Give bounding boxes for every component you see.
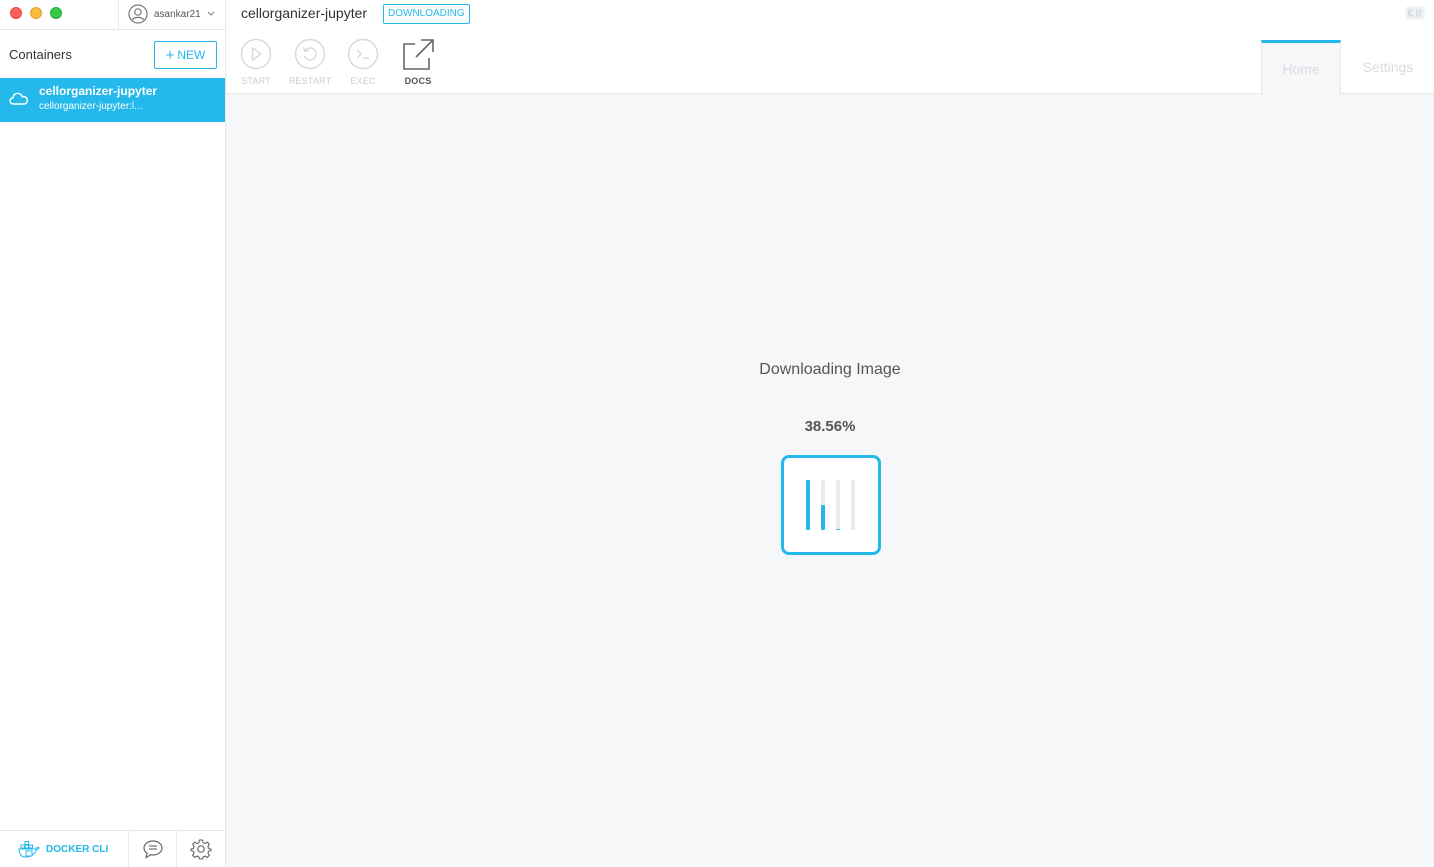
- layer-progress-bar: [806, 480, 810, 530]
- minimize-window-button[interactable]: [30, 7, 42, 19]
- sidebar-footer: DOCKER CLI: [0, 830, 225, 867]
- docker-cli-label: DOCKER CLI: [46, 843, 109, 855]
- preferences-button[interactable]: [177, 831, 225, 867]
- restart-button[interactable]: RESTART: [288, 38, 332, 86]
- layer-progress-bar: [836, 480, 840, 530]
- docs-button[interactable]: DOCS: [396, 38, 440, 86]
- external-link-icon: [403, 39, 434, 70]
- chat-bubble-icon: [142, 840, 163, 859]
- exec-label: EXEC: [350, 76, 376, 86]
- new-button-label: NEW: [177, 48, 206, 62]
- chevron-down-icon: [207, 11, 215, 16]
- download-title: Downloading Image: [759, 361, 901, 378]
- cloud-icon: [9, 92, 29, 105]
- restart-label: RESTART: [288, 76, 332, 86]
- main-panel: cellorganizer-jupyter DOWNLOADING START …: [226, 0, 1434, 867]
- maximize-window-button[interactable]: [50, 7, 62, 19]
- tab-settings-label: Settings: [1362, 59, 1414, 75]
- container-image: cellorganizer-jupyter:l...: [39, 101, 143, 112]
- layer-progress-fill: [821, 505, 825, 530]
- user-circle-icon: [128, 4, 148, 24]
- terminal-icon: [347, 38, 379, 70]
- restart-icon: [294, 38, 326, 70]
- start-button[interactable]: START: [234, 38, 278, 86]
- download-percent: 38.56%: [804, 418, 856, 435]
- start-label: START: [241, 76, 271, 86]
- sidebar: asankar21 Containers + NEW cellorganizer…: [0, 0, 226, 867]
- feedback-button[interactable]: [129, 831, 177, 867]
- container-header: cellorganizer-jupyter DOWNLOADING START …: [226, 0, 1434, 95]
- docker-cli-button[interactable]: DOCKER CLI: [0, 831, 129, 867]
- kitematic-logo: [1405, 6, 1425, 20]
- account-menu[interactable]: asankar21: [128, 3, 215, 25]
- docker-whale-icon: [18, 841, 40, 858]
- layer-progress-fill: [806, 480, 810, 530]
- download-progress-area: Downloading Image 38.56%: [226, 94, 1434, 867]
- titlebar-divider: [118, 0, 119, 30]
- layer-progress-box: [781, 455, 881, 555]
- layer-progress-bar: [851, 480, 855, 530]
- close-window-button[interactable]: [10, 7, 22, 19]
- container-title: cellorganizer-jupyter: [241, 5, 368, 21]
- tab-home[interactable]: Home: [1261, 40, 1341, 95]
- exec-button[interactable]: EXEC: [341, 38, 385, 86]
- tab-settings[interactable]: Settings: [1342, 40, 1434, 94]
- container-list-item[interactable]: cellorganizer-jupyter cellorganizer-jupy…: [0, 78, 225, 122]
- containers-header: Containers + NEW: [0, 38, 225, 72]
- containers-title: Containers: [9, 47, 72, 62]
- tab-home-label: Home: [1282, 61, 1320, 77]
- account-name: asankar21: [154, 8, 201, 20]
- docs-label: DOCS: [404, 76, 432, 86]
- new-container-button[interactable]: + NEW: [154, 41, 217, 69]
- plus-icon: +: [165, 46, 175, 64]
- layer-progress-fill: [836, 529, 840, 530]
- container-name: cellorganizer-jupyter: [39, 84, 158, 98]
- play-icon: [240, 38, 272, 70]
- layer-progress-bar: [821, 480, 825, 530]
- status-badge: DOWNLOADING: [383, 4, 470, 24]
- gear-icon: [190, 839, 212, 860]
- sidebar-titlebar: asankar21: [0, 0, 225, 30]
